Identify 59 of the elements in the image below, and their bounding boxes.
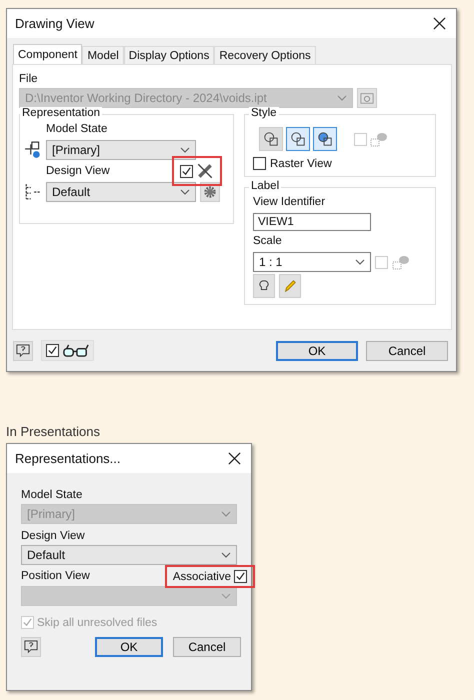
checkbox-label: Skip all unresolved files [37, 616, 158, 628]
dialog-button[interactable]: Cancel [173, 637, 241, 657]
checkbox[interactable] [253, 157, 266, 170]
scale-dropdown[interactable]: 1 : 1 [253, 252, 371, 272]
glasses-icon [63, 344, 89, 357]
bulb-icon [257, 279, 271, 293]
field-label: Design View [21, 530, 86, 542]
shapes-icon [317, 131, 333, 147]
shapes-icon [263, 131, 279, 147]
dialog-button[interactable]: Cancel [366, 340, 448, 360]
group-title: Style [249, 107, 279, 119]
section-heading: In Presentations [6, 424, 101, 439]
style-button[interactable] [313, 127, 337, 151]
close-icon[interactable] [433, 17, 446, 30]
field-label: Model State [21, 489, 84, 501]
dialog-button[interactable]: OK [276, 340, 358, 360]
style-button[interactable] [286, 127, 310, 151]
settings-button[interactable] [200, 182, 220, 202]
window-title: Representations... [15, 451, 121, 466]
checkbox-label: Raster View [270, 158, 332, 170]
bulb-button[interactable] [253, 274, 275, 298]
chevron-icon [337, 95, 347, 101]
preview-checkbox[interactable] [46, 344, 59, 357]
model-state-dropdown[interactable]: [Primary] [46, 140, 196, 160]
design-view-dropdown[interactable]: Default [21, 545, 237, 565]
chevron-icon [221, 511, 231, 517]
group-title: Label [249, 180, 282, 192]
tree-icon [24, 183, 42, 201]
style-button[interactable] [259, 127, 283, 151]
tab[interactable]: Recovery Options [214, 46, 316, 64]
field-label: Position View [21, 570, 90, 582]
field-label: Model State [46, 123, 108, 135]
tab[interactable]: Model [82, 46, 124, 64]
help-button[interactable] [13, 340, 33, 360]
help-button[interactable] [21, 637, 41, 657]
chevron-icon [180, 189, 190, 195]
close-icon[interactable] [228, 452, 241, 465]
pencil-icon [283, 279, 297, 293]
field-label: Scale [253, 235, 283, 247]
field-label: File [19, 73, 39, 85]
design-view-dropdown[interactable]: Default [46, 182, 196, 202]
chevron-icon [221, 552, 231, 558]
chevron-icon [180, 147, 190, 153]
tab[interactable]: Component [13, 44, 82, 64]
preview-toggle[interactable] [41, 340, 94, 361]
field-label: Design View [46, 164, 110, 176]
window-title: Drawing View [15, 16, 94, 31]
associative-checkbox[interactable] [234, 570, 247, 583]
tab[interactable]: Display Options [124, 46, 214, 64]
tree-node-icon [24, 141, 42, 159]
dialog-button[interactable]: OK [95, 637, 163, 657]
checkbox-label: Associative [172, 570, 231, 582]
chevron-icon [355, 259, 365, 265]
view-identifier-field[interactable]: VIEW1 [253, 213, 371, 231]
group-title: Representation [20, 107, 102, 119]
chevron-icon [221, 593, 231, 599]
shapes-icon [290, 131, 306, 147]
associative-checkbox[interactable] [180, 164, 193, 178]
field-label: View Identifier [253, 196, 326, 208]
